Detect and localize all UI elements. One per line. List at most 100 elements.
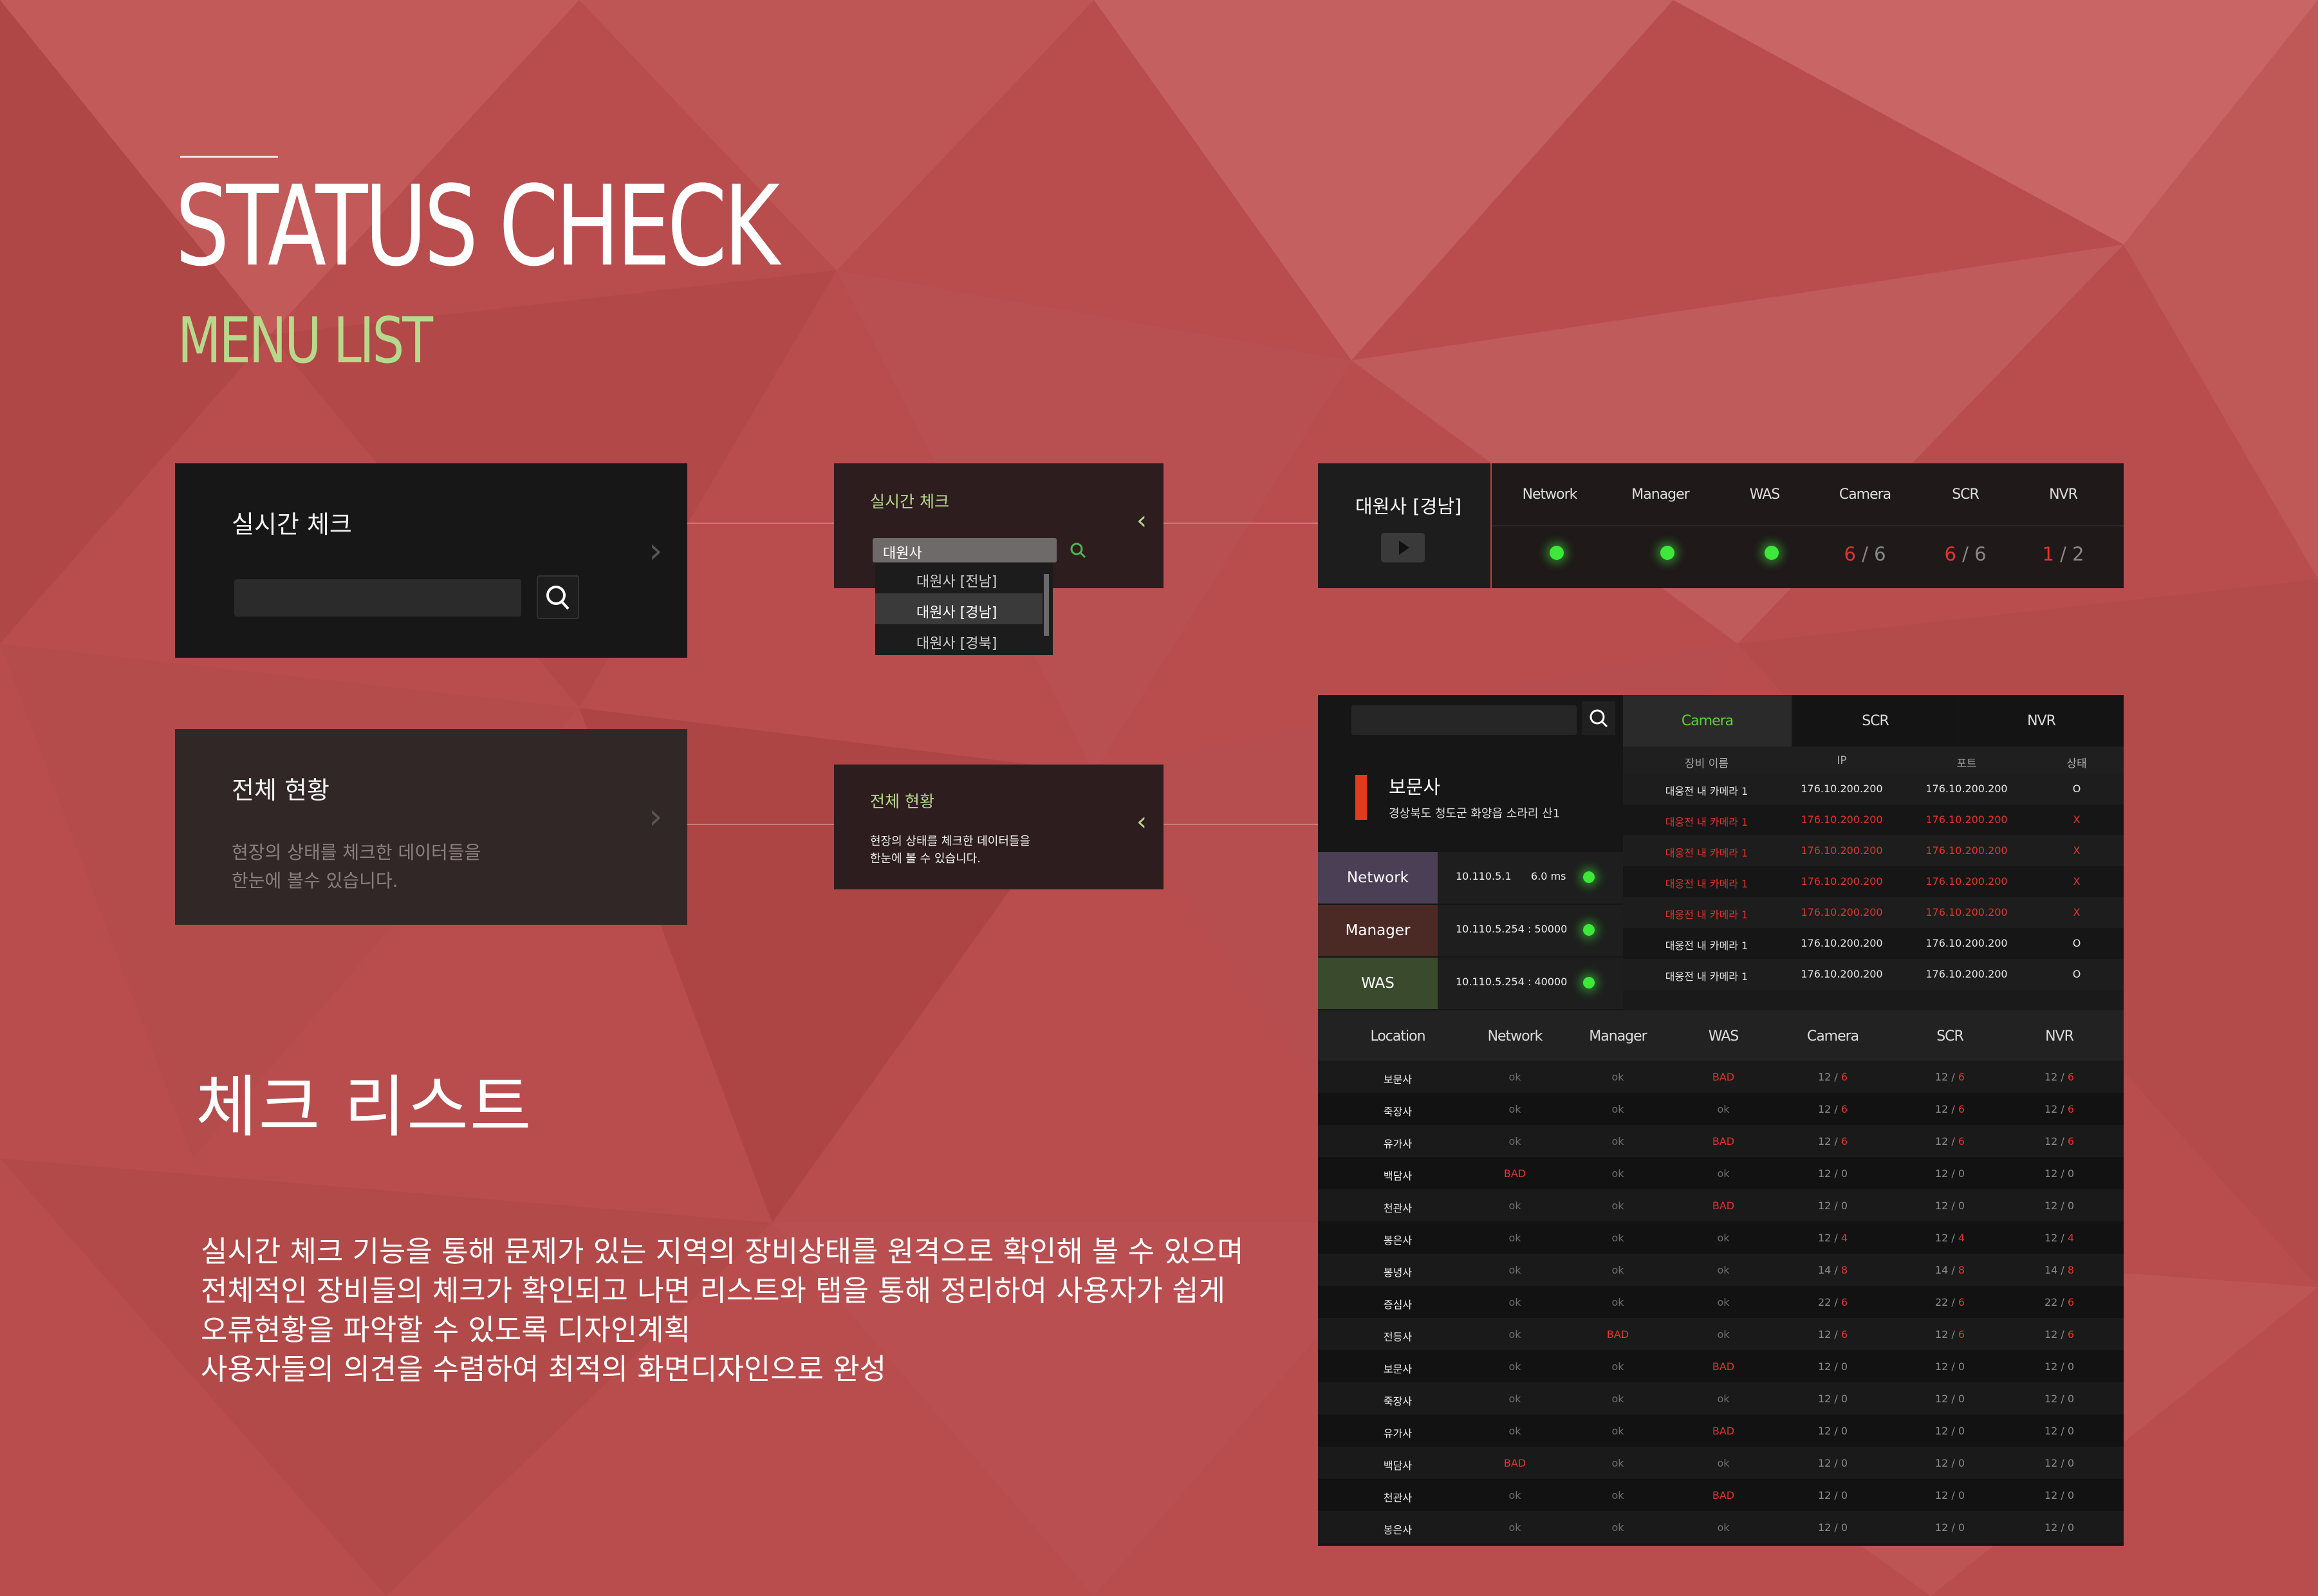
count-bad: 0 [2067, 1200, 2075, 1212]
table-cell-manager: ok [1611, 1103, 1624, 1115]
service-status-dot [1583, 871, 1595, 883]
count-total: 12 / [2044, 1328, 2068, 1341]
table-cell-manager: ok [1611, 1232, 1624, 1244]
count-bad: 6 [1840, 1328, 1848, 1341]
table-row[interactable]: 유가사 ok ok BAD 12 / 0 12 / 0 12 / 0 [1318, 1415, 2124, 1447]
table-cell-camera: 12 / 0 [1788, 1393, 1878, 1405]
device-row[interactable]: 대웅전 내 카메라 1 176.10.200.200 176.10.200.200 O [1623, 928, 2124, 959]
table-row[interactable]: 죽장사 ok ok ok 12 / 6 12 / 6 12 / 6 [1318, 1093, 2124, 1125]
detail-search-button[interactable] [1582, 701, 1615, 735]
service-label: WAS [1318, 958, 1438, 1009]
table-row[interactable]: 천관사 ok ok BAD 12 / 0 12 / 0 12 / 0 [1318, 1189, 2124, 1221]
realtime-check-card[interactable]: 실시간 체크 › [175, 463, 687, 658]
device-row[interactable]: 대웅전 내 카메라 1 176.10.200.200 176.10.200.200 O [1623, 959, 2124, 990]
table-row[interactable]: 죽장사 ok ok ok 12 / 0 12 / 0 12 / 0 [1318, 1382, 2124, 1415]
service-manager[interactable]: Manager 10.110.5.254 : 50000 [1318, 905, 1623, 956]
count-bad: 0 [2067, 1393, 2075, 1405]
dropdown-option-selected[interactable]: 대원사 [경남] [875, 593, 1043, 624]
tab-label: Camera [1681, 713, 1734, 729]
table-row[interactable]: 봉은사 ok ok ok 12 / 4 12 / 4 12 / 4 [1318, 1221, 2124, 1254]
service-label: Network [1318, 852, 1438, 904]
site-search-input[interactable]: 대원사 [873, 538, 1057, 562]
table-cell-was: ok [1717, 1167, 1730, 1180]
dropdown-scrollbar[interactable] [1044, 574, 1049, 636]
tab-scr[interactable]: SCR [1793, 695, 1958, 747]
chevron-left-icon[interactable]: ‹ [1136, 807, 1147, 837]
table-cell-scr: 22 / 6 [1905, 1296, 1995, 1308]
service-was[interactable]: WAS 10.110.5.254 : 40000 [1318, 958, 1623, 1009]
play-button[interactable] [1381, 533, 1425, 562]
count-bad: 6 [2067, 1135, 2075, 1147]
device-row[interactable]: 대웅전 내 카메라 1 176.10.200.200 176.10.200.200 X [1623, 897, 2124, 928]
chevron-right-icon[interactable]: › [649, 796, 663, 837]
table-cell-scr: 12 / 0 [1905, 1457, 1995, 1469]
dropdown-option[interactable]: 대원사 [경북] [875, 624, 1043, 655]
table-row[interactable]: 유가사 ok ok BAD 12 / 6 12 / 6 12 / 6 [1318, 1125, 2124, 1157]
site-box[interactable]: 대원사 [경남] [1318, 463, 1490, 588]
count-total: 12 / [1934, 1457, 1958, 1469]
dropdown-option[interactable]: 대원사 [전남] [875, 562, 1043, 593]
table-cell-network: ok [1508, 1521, 1521, 1534]
table-row[interactable]: 보문사 ok ok BAD 12 / 6 12 / 6 12 / 6 [1318, 1061, 2124, 1093]
table-cell-was: BAD [1712, 1071, 1735, 1083]
page-title: STATUS CHECK [175, 162, 780, 291]
device-row[interactable]: 대웅전 내 카메라 1 176.10.200.200 176.10.200.200 X [1623, 835, 2124, 866]
list-header: NVR [2045, 1028, 2074, 1044]
realtime-check-title: 실시간 체크 [232, 510, 352, 539]
count-bad: 6 [1840, 1296, 1848, 1308]
table-cell-nvr: 12 / 6 [2014, 1135, 2104, 1147]
table-row[interactable]: 백담사 BAD ok ok 12 / 0 12 / 0 12 / 0 [1318, 1447, 2124, 1479]
list-header: Manager [1589, 1028, 1647, 1044]
device-row[interactable]: 대웅전 내 카메라 1 176.10.200.200 176.10.200.200 X [1623, 866, 2124, 897]
camera-total: 6 [1874, 543, 1886, 565]
table-cell-scr: 12 / 0 [1905, 1360, 1995, 1373]
section-title: 체크 리스트 [196, 1068, 533, 1146]
table-row[interactable]: 천관사 ok ok BAD 12 / 0 12 / 0 12 / 0 [1318, 1479, 2124, 1511]
table-row[interactable]: 증심사 ok ok ok 22 / 6 22 / 6 22 / 6 [1318, 1286, 2124, 1318]
table-row[interactable]: 전등사 ok BAD ok 12 / 6 12 / 6 12 / 6 [1318, 1318, 2124, 1350]
count-bad: 0 [1840, 1489, 1848, 1501]
count-bad: 0 [1958, 1360, 1965, 1373]
search-button[interactable] [537, 575, 579, 619]
count-total: 12 / [1817, 1328, 1841, 1341]
tab-nvr[interactable]: NVR [1959, 695, 2124, 747]
title-rule [180, 156, 278, 158]
table-cell-location: 천관사 [1383, 1202, 1413, 1214]
connector-line [1164, 523, 1318, 524]
nvr-count: 1 / 2 [2025, 543, 2102, 565]
device-row[interactable]: 대웅전 내 카메라 1 176.10.200.200 176.10.200.200 X [1623, 804, 2124, 835]
chevron-left-icon[interactable]: ‹ [1136, 506, 1147, 535]
slash: / [1962, 543, 1969, 565]
table-row[interactable]: 봉은사 ok ok ok 12 / 0 12 / 0 12 / 0 [1318, 1511, 2124, 1543]
chevron-right-icon[interactable]: › [649, 530, 663, 571]
count-bad: 0 [1958, 1200, 1965, 1212]
count-total: 12 / [1817, 1393, 1841, 1405]
count-total: 12 / [1934, 1232, 1958, 1244]
count-total: 12 / [2044, 1457, 2068, 1469]
table-cell-location: 백담사 [1383, 1170, 1413, 1182]
detail-search-input[interactable] [1351, 705, 1577, 735]
count-bad: 0 [2067, 1489, 2075, 1501]
table-row[interactable]: 봉녕사 ok ok ok 14 / 8 14 / 8 14 / 8 [1318, 1254, 2124, 1286]
count-bad: 0 [2067, 1425, 2075, 1437]
service-network[interactable]: Network 10.110.5.1 6.0 ms [1318, 852, 1623, 904]
table-cell-scr: 12 / 0 [1905, 1521, 1995, 1534]
count-total: 12 / [1817, 1071, 1841, 1083]
device-row[interactable]: 대웅전 내 카메라 1 176.10.200.200 176.10.200.200 O [1623, 774, 2124, 804]
count-bad: 6 [1958, 1328, 1965, 1341]
count-bad: 6 [1840, 1071, 1848, 1083]
device-cell-port: 176.10.200.200 [1925, 844, 2008, 857]
search-input[interactable] [234, 579, 521, 617]
table-cell-manager: ok [1611, 1489, 1624, 1501]
count-total: 12 / [1934, 1200, 1958, 1212]
count-total: 12 / [1934, 1135, 1958, 1147]
device-cell-port: 176.10.200.200 [1925, 783, 2008, 795]
table-cell-network: ok [1508, 1328, 1521, 1341]
count-bad: 6 [1840, 1135, 1848, 1147]
overview-card[interactable]: 전체 현황 현장의 상태를 체크한 데이터들을 한눈에 볼수 있습니다. › [175, 729, 687, 925]
search-icon[interactable] [1067, 539, 1090, 562]
table-cell-manager: BAD [1606, 1328, 1629, 1341]
tab-camera[interactable]: Camera [1623, 695, 1792, 747]
table-row[interactable]: 백담사 BAD ok ok 12 / 0 12 / 0 12 / 0 [1318, 1157, 2124, 1189]
table-row[interactable]: 보문사 ok ok BAD 12 / 0 12 / 0 12 / 0 [1318, 1350, 2124, 1382]
